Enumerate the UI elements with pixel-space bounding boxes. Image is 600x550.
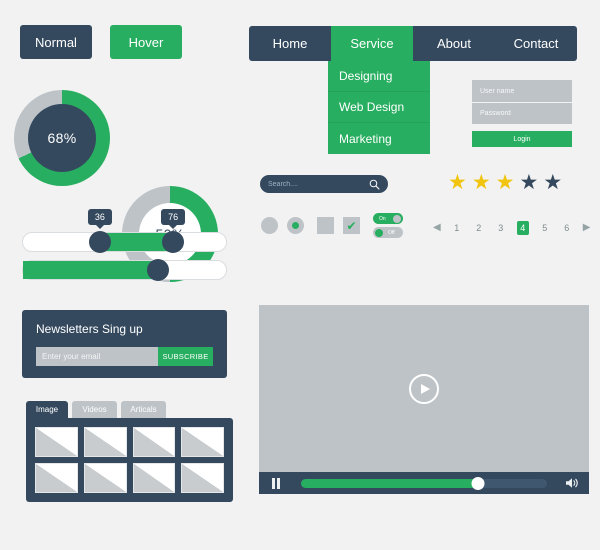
password-field[interactable] xyxy=(472,102,572,124)
checkbox-unchecked[interactable] xyxy=(317,217,334,234)
gallery-thumbnail[interactable] xyxy=(181,427,224,457)
donut-label-68: 68% xyxy=(28,104,96,172)
range-slider-knob-high[interactable] xyxy=(162,231,185,253)
pause-icon[interactable] xyxy=(259,477,293,489)
video-control-bar xyxy=(259,472,589,494)
video-progress-track[interactable] xyxy=(301,476,547,490)
video-screen[interactable] xyxy=(259,305,589,472)
pagination-prev-icon[interactable]: ◀ xyxy=(433,223,441,233)
range-slider-tooltip-low: 36 xyxy=(87,209,112,225)
normal-button[interactable]: Normal xyxy=(20,25,92,59)
toggle-on-label: On xyxy=(379,215,386,222)
radio-unchecked[interactable] xyxy=(261,217,278,234)
button-group: Normal Hover xyxy=(20,25,182,59)
video-progress-knob[interactable] xyxy=(471,476,485,490)
star-icon-5[interactable]: ★ xyxy=(543,172,562,193)
submenu-item-web-design[interactable]: Web Design xyxy=(328,92,430,123)
gallery-widget: Image Videos Articals xyxy=(26,401,233,502)
toggle-switch-off[interactable]: Off xyxy=(373,227,403,238)
pagination-next-icon[interactable]: ▶ xyxy=(583,223,591,233)
nav-item-service[interactable]: Service xyxy=(331,26,413,61)
gallery-thumbnail[interactable] xyxy=(35,427,78,457)
nav-item-contact[interactable]: Contact xyxy=(495,26,577,61)
gallery-thumbnail[interactable] xyxy=(83,463,127,493)
range-slider[interactable]: 36 76 xyxy=(22,209,227,253)
submenu-item-designing[interactable]: Designing xyxy=(328,61,430,92)
gallery-tab-videos[interactable]: Videos xyxy=(72,401,117,418)
username-field[interactable] xyxy=(472,80,572,102)
checkbox-checked[interactable]: ✔ xyxy=(343,217,360,234)
nav-item-about[interactable]: About xyxy=(413,26,495,61)
star-icon-1[interactable]: ★ xyxy=(448,172,467,193)
pagination-page-3[interactable]: 3 xyxy=(495,223,507,233)
single-slider-fill xyxy=(23,261,159,279)
gallery-thumbnail[interactable] xyxy=(35,463,78,493)
play-icon[interactable] xyxy=(409,373,439,404)
single-slider[interactable] xyxy=(22,259,227,281)
range-slider-tooltip-high: 76 xyxy=(161,209,186,225)
toggle-off-knob xyxy=(375,228,383,237)
radio-checked[interactable] xyxy=(287,217,304,234)
star-icon-4[interactable]: ★ xyxy=(519,172,538,193)
toggle-off-label: Off xyxy=(388,229,395,236)
nav-item-home[interactable]: Home xyxy=(249,26,331,61)
login-form: Login xyxy=(472,80,572,147)
gallery-tab-bar: Image Videos Articals xyxy=(26,401,233,418)
pagination-page-6[interactable]: 6 xyxy=(561,223,573,233)
newsletter-signup: Newsletters Sing up SUBSCRIBE xyxy=(22,310,227,378)
pagination-page-1[interactable]: 1 xyxy=(451,223,463,233)
gallery-thumbnail[interactable] xyxy=(132,463,176,493)
volume-icon[interactable] xyxy=(555,477,589,489)
video-progress-fill xyxy=(301,478,479,488)
nav-submenu: Designing Web Design Marketing xyxy=(328,61,430,154)
gallery-thumbnail-grid xyxy=(26,418,233,502)
ui-kit-canvas: Normal Hover 68% 50% 36 76 Newsletters S… xyxy=(0,0,600,550)
gallery-thumbnail[interactable] xyxy=(132,427,176,457)
gallery-tab-image[interactable]: Image xyxy=(26,401,68,418)
newsletter-email-input[interactable] xyxy=(36,347,158,366)
search-icon[interactable] xyxy=(369,179,380,190)
play-triangle-icon xyxy=(421,383,430,394)
progress-donut-68: 68% xyxy=(14,90,110,186)
pagination-page-5[interactable]: 5 xyxy=(539,223,551,233)
hover-button[interactable]: Hover xyxy=(110,25,182,59)
star-icon-3[interactable]: ★ xyxy=(496,172,515,193)
pagination-page-4[interactable]: 4 xyxy=(516,221,529,235)
checkmark-icon: ✔ xyxy=(346,218,357,233)
toggle-group: On Off xyxy=(373,213,403,238)
range-slider-knob-low[interactable] xyxy=(88,231,111,253)
gallery-thumbnail[interactable] xyxy=(181,463,224,493)
nav-bar: Home Service About Contact xyxy=(249,26,577,61)
submenu-item-marketing[interactable]: Marketing xyxy=(328,123,430,154)
video-player xyxy=(259,305,589,494)
pagination-page-2[interactable]: 2 xyxy=(473,223,485,233)
gallery-thumbnail[interactable] xyxy=(83,427,127,457)
gallery-tab-articals[interactable]: Articals xyxy=(121,401,166,418)
star-icon-2[interactable]: ★ xyxy=(472,172,491,193)
star-rating[interactable]: ★ ★ ★ ★ ★ xyxy=(448,172,562,193)
toggle-on-knob xyxy=(393,214,401,223)
pagination: ◀ 1 2 3 4 5 6 ▶ xyxy=(433,221,590,235)
login-button[interactable]: Login xyxy=(472,131,572,147)
single-slider-knob[interactable] xyxy=(147,259,170,281)
radio-dot-icon xyxy=(292,222,299,229)
form-controls-row: ✔ On Off xyxy=(261,213,403,238)
newsletter-subscribe-button[interactable]: SUBSCRIBE xyxy=(158,347,213,366)
search-bar[interactable] xyxy=(260,175,388,193)
search-input[interactable] xyxy=(268,180,369,188)
newsletter-title: Newsletters Sing up xyxy=(36,322,143,336)
toggle-switch-on[interactable]: On xyxy=(373,213,403,224)
